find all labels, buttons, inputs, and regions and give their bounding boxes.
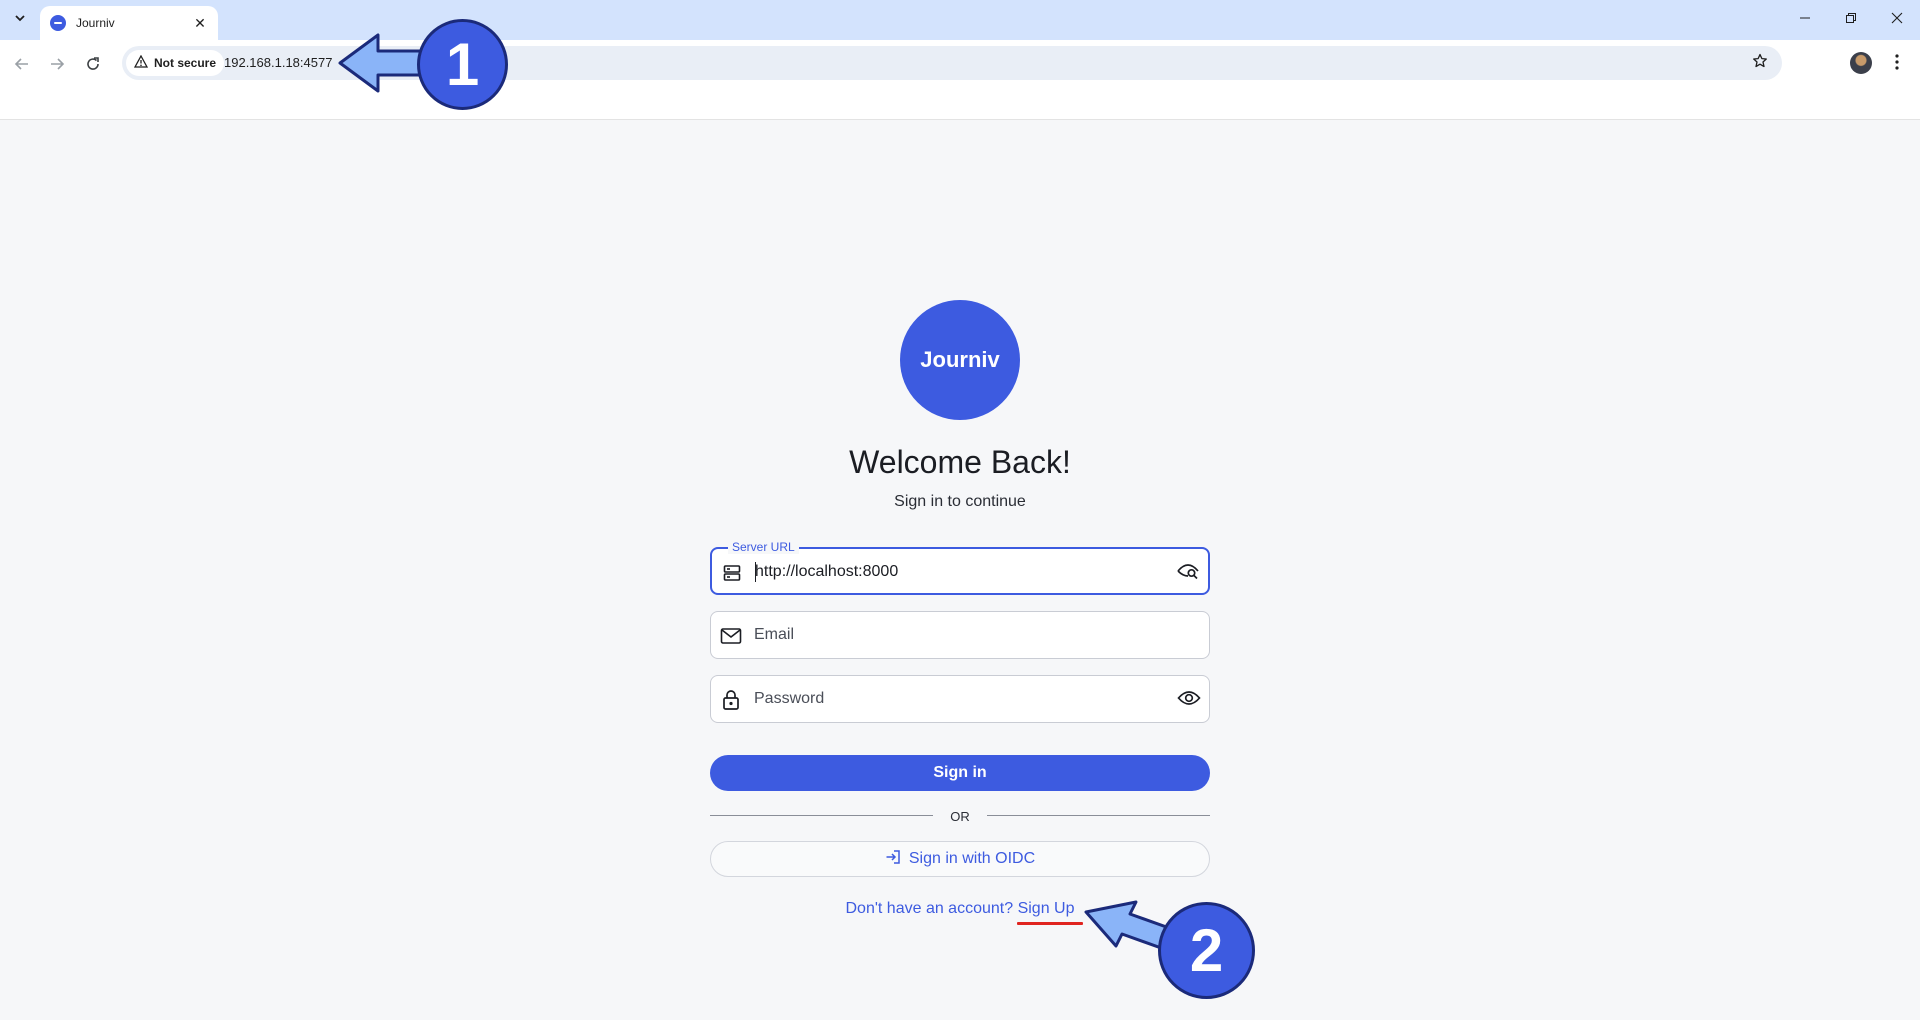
text-caret [755,562,756,582]
back-button[interactable] [8,52,36,80]
reload-button[interactable] [79,52,107,80]
signup-prompt: Don't have an account? Sign Up [0,900,1920,918]
minimize-button[interactable] [1782,0,1828,40]
signup-prompt-text: Don't have an account? [845,900,1014,917]
reload-icon [85,56,101,77]
oidc-label: Sign in with OIDC [908,850,1036,867]
sign-in-label: Sign in [933,764,987,781]
browser-tab-bar: Journiv ✕ [0,0,1920,40]
or-divider: OR [710,806,1210,826]
lock-icon [719,688,743,712]
page-subtitle: Sign in to continue [894,493,1026,510]
url-text[interactable]: 192.168.1.18:4577 [224,55,332,70]
journiv-favicon-icon [50,15,66,31]
annotation-number: 1 [445,31,480,98]
login-arrow-icon [885,849,901,870]
close-window-button[interactable] [1874,0,1920,40]
tab-title: Journiv [76,16,115,30]
annotation-number: 2 [1189,917,1224,984]
app-logo: Journiv [900,300,1020,420]
bookmark-star-button[interactable] [1750,53,1770,73]
more-vertical-icon [1895,53,1899,75]
browser-tab[interactable]: Journiv ✕ [40,6,218,40]
server-url-label: Server URL [728,540,799,554]
arrow-left-icon [14,56,30,77]
oidc-sign-in-button[interactable]: Sign in with OIDC [710,841,1210,877]
divider-text: OR [950,809,970,824]
highlight-underline [1017,922,1083,925]
email-field[interactable]: Email [710,611,1210,659]
tab-search-button[interactable] [9,9,31,31]
password-input[interactable]: Password [754,690,824,708]
minimize-icon [1799,11,1811,29]
password-field[interactable]: Password [710,675,1210,723]
annotation-badge-2: 2 [1158,902,1255,999]
logo-text: Journiv [920,347,1000,372]
browser-toolbar: Not secure 192.168.1.18:4577 [0,40,1920,120]
server-url-visibility-button[interactable] [1176,561,1200,585]
profile-avatar[interactable] [1850,52,1872,74]
server-icon [720,561,744,585]
browser-menu-button[interactable] [1886,52,1908,76]
forward-button[interactable] [43,52,71,80]
security-label: Not secure [154,56,217,70]
restore-button[interactable] [1828,0,1874,40]
chevron-down-icon [14,11,26,29]
divider-line-right [987,815,1210,816]
server-url-field[interactable]: Server URL http://localhost:8000 [710,540,1210,595]
tab-close-icon[interactable]: ✕ [192,15,208,32]
restore-icon [1845,11,1857,29]
toggle-password-visibility-button[interactable] [1177,688,1201,712]
eye-icon [1177,690,1201,711]
eye-search-icon [1176,561,1200,586]
arrow-right-icon [49,56,65,77]
server-url-input[interactable]: http://localhost:8000 [755,563,898,581]
sign-up-link[interactable]: Sign Up [1018,900,1075,917]
close-icon [1891,11,1903,29]
sign-in-button[interactable]: Sign in [710,755,1210,791]
warning-triangle-icon [133,54,149,71]
mail-icon [719,624,743,648]
annotation-badge-1: 1 [417,19,508,110]
security-chip[interactable]: Not secure [126,50,225,76]
page-title: Welcome Back! [849,444,1071,480]
email-input[interactable]: Email [754,626,794,644]
star-icon [1752,53,1768,74]
